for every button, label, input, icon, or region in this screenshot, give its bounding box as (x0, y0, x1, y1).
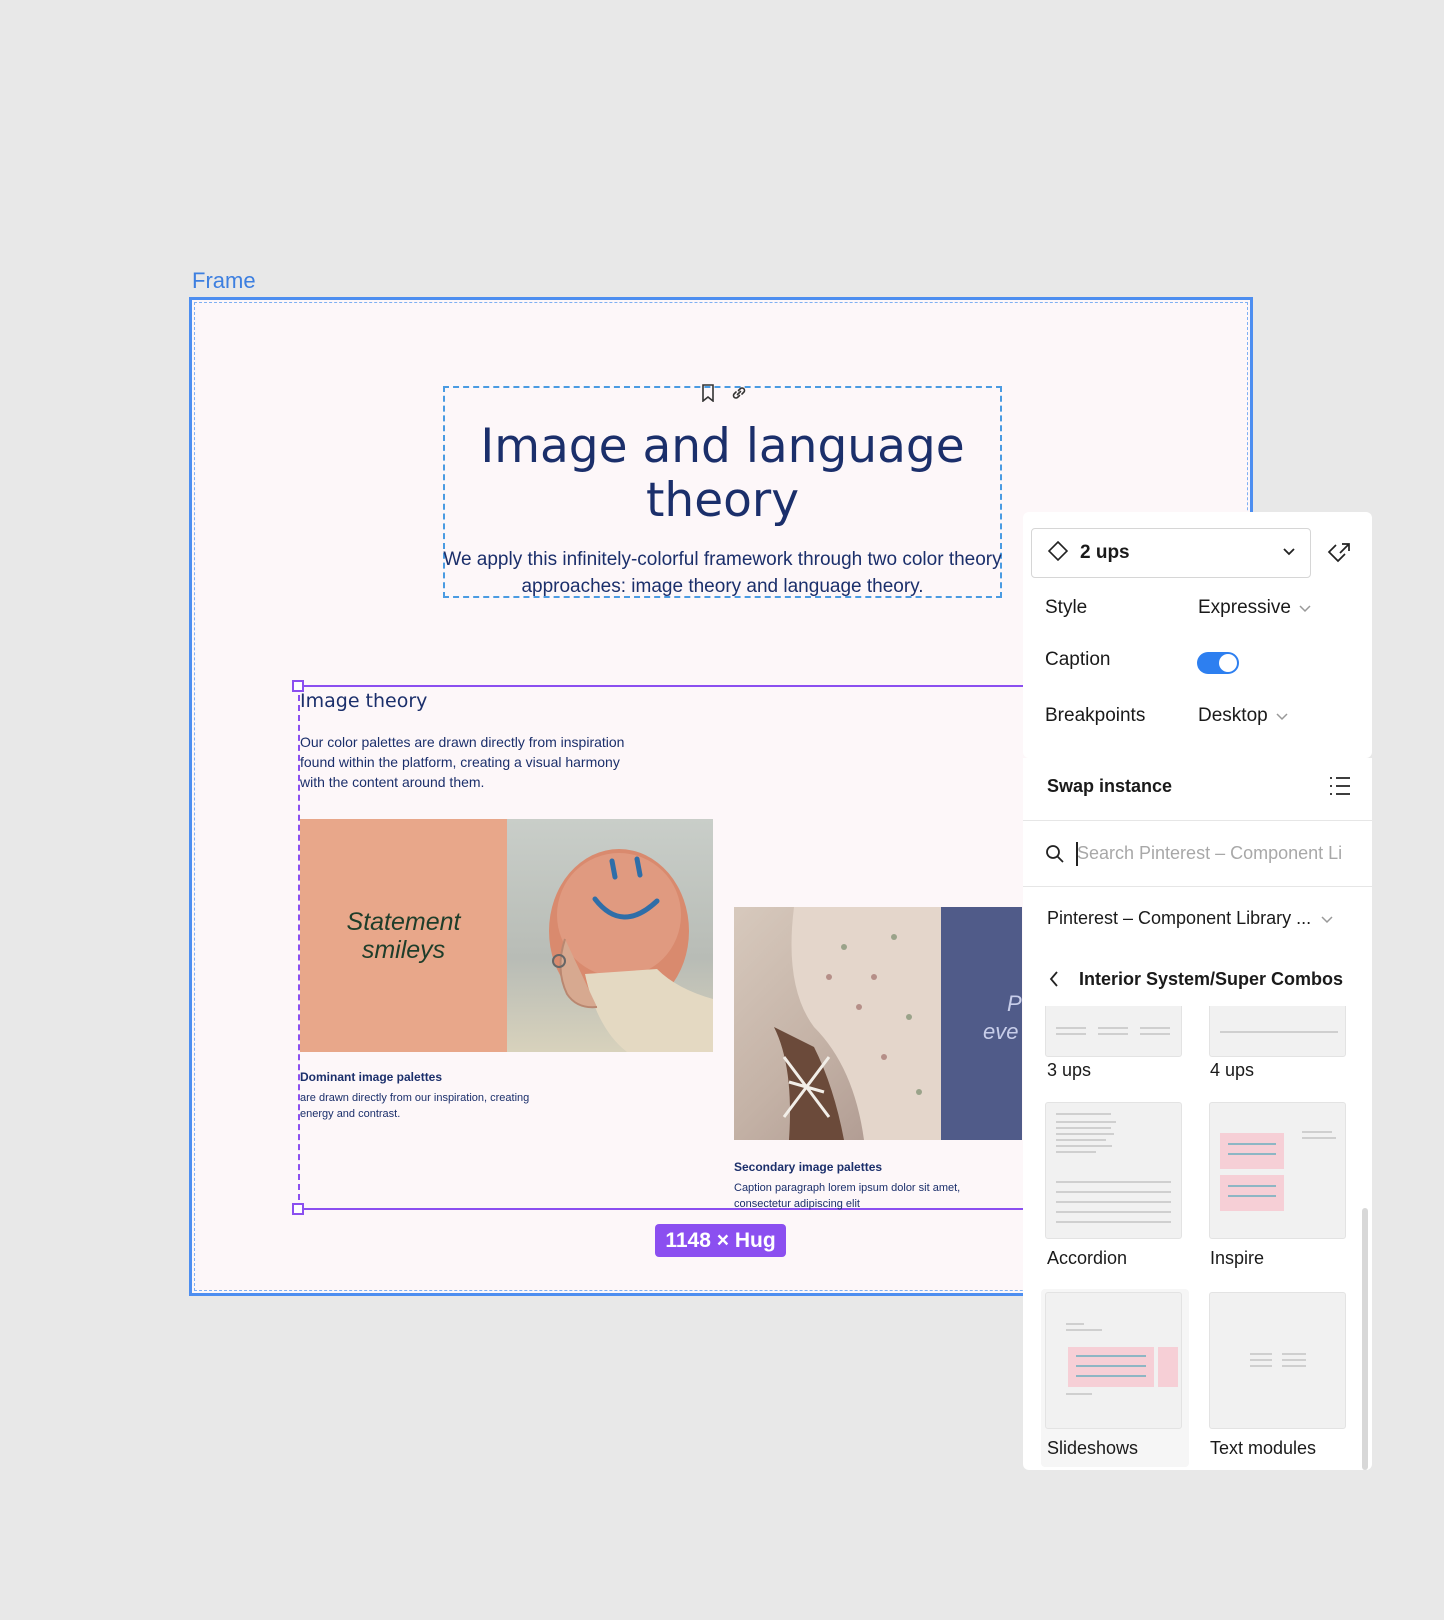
link-icon[interactable] (730, 384, 748, 402)
chevron-down-icon (1282, 544, 1296, 562)
chevron-down-icon (1299, 597, 1311, 619)
go-to-main-component-icon[interactable] (1326, 541, 1352, 572)
item-label-text-modules: Text modules (1210, 1438, 1317, 1458)
image-card-secondary[interactable]: P eve (734, 907, 1022, 1140)
divider (1023, 820, 1372, 821)
search-input[interactable]: Search Pinterest – Component Li (1074, 836, 1364, 872)
blue-panel: P eve (941, 907, 1022, 1140)
header-toolbar (700, 384, 748, 402)
scrollbar[interactable] (1362, 1208, 1368, 1470)
breakpoints-value: Desktop (1198, 705, 1268, 726)
page-title: Image and language theory (480, 419, 965, 528)
item-label-accordion: Accordion (1047, 1248, 1128, 1268)
item-label-4-ups: 4 ups (1210, 1060, 1255, 1080)
breakpoints-select[interactable]: Desktop (1198, 705, 1288, 727)
overlay-text-1: P (1007, 991, 1022, 1016)
size-badge: 1148 × Hug (655, 1224, 786, 1257)
library-select[interactable]: Pinterest – Component Library ... (1047, 908, 1333, 929)
statement-panel: Statement smileys (300, 819, 507, 1052)
overlay-text-2: eve (983, 1019, 1019, 1044)
caption-title-secondary: Secondary image palettes (734, 1160, 883, 1174)
photo-smiley-head (507, 819, 713, 1052)
caption-body-secondary: Caption paragraph lorem ipsum dolor sit … (734, 1182, 961, 1210)
text-caret (1076, 842, 1078, 866)
caption-body-dominant: are drawn directly from our inspiration,… (300, 1092, 530, 1120)
style-select[interactable]: Expressive (1198, 597, 1311, 619)
thumb-4-ups[interactable] (1209, 1006, 1346, 1057)
search-icon (1045, 844, 1065, 869)
statement-text: Statement smileys (346, 907, 461, 964)
thumb-text-modules[interactable] (1209, 1292, 1346, 1429)
list-view-icon[interactable] (1329, 776, 1351, 801)
image-card-dominant[interactable]: Statement smileys (300, 819, 713, 1052)
bookmark-icon[interactable] (700, 384, 716, 402)
search-placeholder: Search Pinterest – Component Li (1077, 843, 1343, 863)
chevron-down-icon (1321, 908, 1333, 929)
caption-label: Caption (1045, 649, 1111, 670)
section-body: Our color palettes are drawn directly fr… (300, 734, 625, 790)
breakpoints-label: Breakpoints (1045, 705, 1146, 726)
caption-title-dominant: Dominant image palettes (300, 1070, 443, 1084)
style-label: Style (1045, 597, 1088, 618)
item-label-inspire: Inspire (1210, 1248, 1265, 1268)
item-label-3-ups: 3 ups (1047, 1060, 1092, 1080)
component-grid: 3 ups 4 ups Accordion Inspire Slideshows… (1023, 1006, 1372, 1470)
page-subtitle: We apply this infinitely-colorful framew… (443, 549, 1002, 597)
thumb-inspire[interactable] (1209, 1102, 1346, 1239)
swap-instance-title: Swap instance (1047, 776, 1173, 796)
library-name: Pinterest – Component Library ... (1047, 908, 1312, 928)
section-title: Image theory (300, 690, 428, 712)
breadcrumb: Interior System/Super Combos (1079, 969, 1344, 989)
chevron-left-icon[interactable] (1048, 970, 1060, 993)
component-diamond-icon (1047, 540, 1069, 566)
variant-label: 2 ups (1080, 542, 1130, 563)
variant-select[interactable]: 2 ups (1031, 528, 1311, 578)
resize-handle-bottom-left[interactable] (292, 1203, 304, 1215)
thumb-3-ups[interactable] (1045, 1006, 1182, 1057)
chevron-down-icon (1276, 705, 1288, 727)
caption-toggle[interactable] (1197, 652, 1239, 674)
style-value: Expressive (1198, 597, 1291, 618)
thumb-accordion[interactable] (1045, 1102, 1182, 1239)
frame-label[interactable]: Frame (192, 268, 256, 294)
photo-floral-dress (734, 907, 941, 1140)
divider (1023, 886, 1372, 887)
toggle-knob (1219, 654, 1237, 672)
item-label-slideshows: Slideshows (1047, 1438, 1139, 1458)
thumb-slideshows[interactable] (1045, 1292, 1182, 1429)
